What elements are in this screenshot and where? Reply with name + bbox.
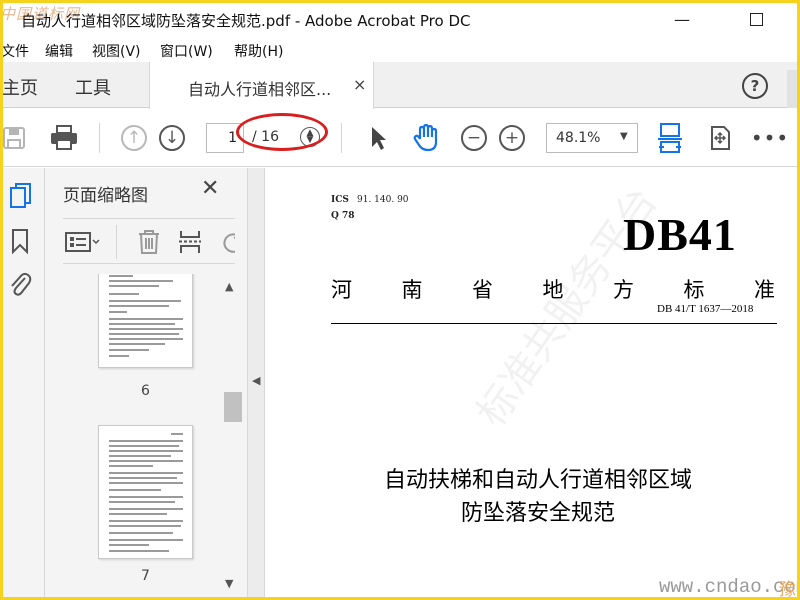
ics-value: 91. 140. 90: [357, 195, 409, 205]
cursor-arrow-icon: [372, 127, 386, 150]
ics-label: ICS: [331, 195, 349, 205]
toolbar: ↑ ↓ / 16 ▲▼ − + 48.1% ▼ •••: [3, 109, 797, 167]
title-char: 标: [683, 278, 705, 302]
panel-separator: [116, 225, 117, 259]
title-char: 省: [472, 278, 493, 302]
thumbnail-list: 6 7: [63, 274, 241, 597]
title-char: 准: [754, 278, 775, 302]
site-watermark: www.cndao.com: [659, 576, 797, 597]
tab-home[interactable]: 主页: [3, 74, 38, 100]
standard-code: DB41: [623, 209, 737, 260]
thumbnail-page-number: 7: [141, 568, 150, 584]
more-tools-icon[interactable]: •••: [751, 123, 788, 153]
standard-category-title: 河 南 省 地 方 标 准: [331, 274, 775, 304]
hand-tool-button[interactable]: [411, 123, 441, 153]
arrow-down-icon: ↓: [159, 125, 185, 151]
zoom-out-icon: −: [461, 125, 487, 151]
tab-scroll-edge: [787, 70, 797, 108]
scroll-down-icon[interactable]: ▼: [225, 577, 233, 590]
header-rule: [331, 323, 777, 324]
hand-icon: [413, 123, 438, 152]
maximize-icon: [749, 12, 763, 26]
thumbnail-scrollbar[interactable]: ▲ ▼: [221, 278, 242, 597]
print-icon[interactable]: [49, 123, 79, 153]
rotate-page-button[interactable]: [219, 228, 235, 256]
page-thumbnail[interactable]: [98, 425, 193, 559]
tab-bar: 主页 工具 自动人行道相邻区... × ?: [3, 62, 797, 109]
zoom-in-icon: +: [499, 125, 525, 151]
insert-page-button[interactable]: [177, 229, 203, 259]
menu-help[interactable]: 帮助(H): [234, 41, 283, 61]
zoom-out-button[interactable]: −: [459, 123, 489, 153]
minimize-icon: —: [674, 9, 690, 29]
navigation-rail: [3, 168, 45, 597]
app-window: 中国道标网 自动人行道相邻区域防坠落安全规范.pdf - Adobe Acrob…: [3, 3, 797, 597]
delete-page-button[interactable]: [137, 229, 161, 259]
panel-collapse-strip[interactable]: ◀: [247, 168, 265, 597]
next-page-button[interactable]: ↓: [157, 123, 187, 153]
zoom-in-button[interactable]: +: [497, 123, 527, 153]
document-tab-label: 自动人行道相邻区...: [188, 80, 332, 99]
zoom-value: 48.1%: [556, 130, 601, 146]
menu-file[interactable]: 文件: [3, 41, 29, 61]
toolbar-separator: [99, 123, 100, 153]
menu-edit[interactable]: 编辑: [45, 41, 73, 61]
window-title: 自动人行道相邻区域防坠落安全规范.pdf - Adobe Acrobat Pro…: [21, 12, 471, 30]
close-panel-icon[interactable]: ✕: [201, 176, 219, 201]
fit-page-button[interactable]: [655, 123, 685, 153]
title-char: 南: [401, 278, 423, 302]
trash-icon: [139, 230, 159, 254]
panel-toolbar: [63, 218, 235, 264]
scrollbar-thumb[interactable]: [224, 392, 242, 422]
select-tool-button[interactable]: [363, 123, 393, 153]
menu-window[interactable]: 窗口(W): [160, 41, 213, 61]
title-char: 河: [331, 278, 352, 302]
toolbar-separator: [341, 123, 342, 153]
standard-number: DB 41/T 1637—2018: [657, 303, 754, 315]
page-thumbnails-icon[interactable]: [9, 182, 33, 214]
thumbnail-options-button[interactable]: [65, 231, 103, 257]
annotation-circle: [236, 113, 328, 151]
zoom-select[interactable]: 48.1% ▼: [546, 123, 638, 153]
bookmark-icon[interactable]: [11, 228, 29, 258]
thumbnail-page-number: 6: [141, 383, 150, 399]
help-icon[interactable]: ?: [742, 73, 768, 99]
insert-page-icon: [179, 231, 201, 253]
fit-width-icon: [658, 123, 682, 153]
menu-bar: 文件 编辑 视图(V) 窗口(W) 帮助(H): [3, 36, 797, 62]
title-char: 地: [542, 278, 564, 302]
attachment-icon[interactable]: [8, 270, 32, 302]
document-title-line-1: 自动扶梯和自动人行道相邻区域: [383, 468, 692, 493]
page-thumbnail[interactable]: [98, 274, 193, 368]
title-char: 方: [613, 278, 634, 302]
minimize-button[interactable]: —: [659, 3, 705, 35]
previous-page-button[interactable]: ↑: [119, 123, 149, 153]
scroll-up-icon[interactable]: ▲: [225, 280, 233, 293]
panel-title: 页面缩略图: [63, 186, 148, 206]
arrow-up-icon: ↑: [121, 125, 147, 151]
rotate-icon: [223, 233, 235, 253]
options-menu-icon: [65, 232, 100, 252]
full-screen-icon: [711, 126, 730, 150]
thumbnails-panel: 页面缩略图 ✕ 6 7 ▲ ▼: [45, 168, 247, 597]
save-icon[interactable]: [3, 123, 29, 153]
menu-view[interactable]: 视图(V): [92, 41, 141, 61]
maximize-button[interactable]: [733, 3, 779, 35]
full-screen-button[interactable]: [705, 123, 735, 153]
chevron-down-icon: ▼: [620, 131, 628, 142]
tab-tools[interactable]: 工具: [75, 74, 111, 100]
tab-document[interactable]: 自动人行道相邻区... ×: [149, 62, 374, 109]
document-view[interactable]: 标准共服务平台 ICS 91. 140. 90 Q 78 DB41 河 南 省 …: [265, 168, 797, 597]
document-title-line-2: 防坠落安全规范: [460, 501, 615, 526]
close-tab-icon[interactable]: ×: [353, 75, 366, 94]
collapse-panel-icon[interactable]: ◀: [252, 374, 260, 387]
classification-code: Q 78: [331, 211, 355, 221]
title-bar: 中国道标网 自动人行道相邻区域防坠落安全规范.pdf - Adobe Acrob…: [3, 3, 797, 35]
corner-watermark: 豫: [779, 580, 796, 597]
